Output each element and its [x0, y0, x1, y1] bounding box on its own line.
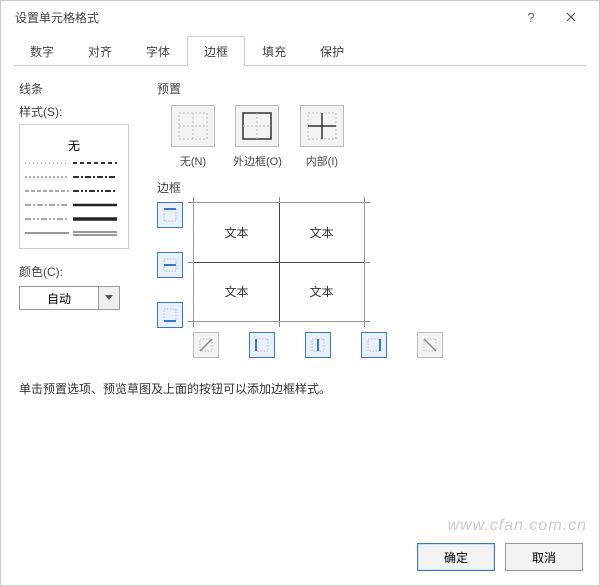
tab-font[interactable]: 字体 — [129, 36, 187, 66]
diag-down-icon — [422, 337, 438, 353]
window-title: 设置单元格格式 — [9, 9, 511, 26]
presets-group-label: 预置 — [157, 80, 581, 97]
preset-outline-icon — [242, 112, 272, 140]
help-button[interactable]: ? — [511, 3, 551, 31]
line-style-option[interactable] — [25, 189, 71, 201]
tab-alignment[interactable]: 对齐 — [71, 36, 129, 66]
border-middle-v-icon — [310, 337, 326, 353]
line-style-option[interactable] — [25, 231, 71, 243]
line-style-option[interactable] — [25, 161, 71, 173]
titlebar: 设置单元格格式 ? — [1, 1, 599, 33]
border-right-button[interactable] — [361, 332, 387, 358]
line-style-option[interactable] — [73, 175, 119, 187]
ok-button[interactable]: 确定 — [417, 543, 495, 571]
color-label: 颜色(C): — [19, 263, 131, 280]
preset-none-icon — [178, 112, 208, 140]
line-style-option[interactable] — [73, 231, 119, 243]
border-diag-down-button[interactable] — [417, 332, 443, 358]
close-button[interactable] — [551, 3, 591, 31]
presets-row: 无(N) 外边框(O) 内部(I) — [171, 105, 581, 169]
border-middle-h-icon — [162, 257, 178, 273]
line-style-option[interactable] — [73, 217, 119, 229]
line-group-label: 线条 — [19, 80, 131, 97]
preset-none[interactable]: 无(N) — [171, 105, 215, 169]
watermark: www.cfan.com.cn — [448, 517, 587, 535]
preset-inside[interactable]: 内部(I) — [300, 105, 344, 169]
hint-text: 单击预置选项、预览草图及上面的按钮可以添加边框样式。 — [19, 380, 581, 397]
border-left-button[interactable] — [249, 332, 275, 358]
tab-fill[interactable]: 填充 — [245, 36, 303, 66]
dialog-body: 线条 样式(S): 无 — [1, 66, 599, 397]
preview-cell: 文本 — [194, 203, 279, 262]
close-icon — [566, 12, 576, 22]
preview-cell: 文本 — [194, 262, 279, 321]
tab-border[interactable]: 边框 — [187, 36, 245, 66]
border-middle-h-button[interactable] — [157, 252, 183, 278]
border-diag-up-button[interactable] — [193, 332, 219, 358]
color-select[interactable]: 自动 — [19, 286, 131, 310]
border-top-button[interactable] — [157, 202, 183, 228]
color-value: 自动 — [19, 286, 99, 310]
line-style-option[interactable] — [73, 189, 119, 201]
preset-outline-label: 外边框(O) — [233, 153, 282, 169]
tab-protection[interactable]: 保护 — [303, 36, 361, 66]
diag-up-icon — [198, 337, 214, 353]
preset-none-label: 无(N) — [180, 153, 206, 169]
border-area: 边框 — [157, 179, 581, 358]
border-right-icon — [366, 337, 382, 353]
border-top-icon — [162, 207, 178, 223]
line-style-option[interactable] — [73, 161, 119, 173]
line-section: 线条 样式(S): 无 — [19, 80, 131, 358]
tab-strip: 数字 对齐 字体 边框 填充 保护 — [13, 33, 587, 66]
right-section: 预置 无(N) 外边框(O) 内部(I) — [157, 80, 581, 358]
line-style-option[interactable] — [73, 203, 119, 215]
border-middle-v-button[interactable] — [305, 332, 331, 358]
line-style-option[interactable] — [25, 203, 71, 215]
format-cells-dialog: { "window": { "title": "设置单元格格式" }, "tab… — [0, 0, 600, 586]
tab-number[interactable]: 数字 — [13, 36, 71, 66]
color-dropdown-button[interactable] — [99, 286, 120, 310]
preview-cell: 文本 — [279, 203, 364, 262]
preset-inside-label: 内部(I) — [306, 153, 338, 169]
border-group-label: 边框 — [157, 179, 581, 196]
line-style-none[interactable]: 无 — [24, 131, 124, 160]
line-style-option[interactable] — [25, 175, 71, 187]
border-preview[interactable]: 文本 文本 文本 文本 — [193, 202, 365, 322]
preset-outline[interactable]: 外边框(O) — [233, 105, 282, 169]
preset-inside-icon — [307, 112, 337, 140]
border-bottom-button[interactable] — [157, 302, 183, 328]
preview-cell: 文本 — [279, 262, 364, 321]
border-grid-wrap: 文本 文本 文本 文本 — [193, 202, 581, 358]
border-left-icon — [254, 337, 270, 353]
chevron-down-icon — [105, 295, 113, 301]
border-bottom-icon — [162, 307, 178, 323]
cancel-button[interactable]: 取消 — [505, 543, 583, 571]
line-style-option[interactable] — [25, 217, 71, 229]
style-label: 样式(S): — [19, 103, 131, 120]
line-style-list[interactable]: 无 — [19, 124, 129, 249]
footer: 确定 取消 — [417, 543, 583, 571]
